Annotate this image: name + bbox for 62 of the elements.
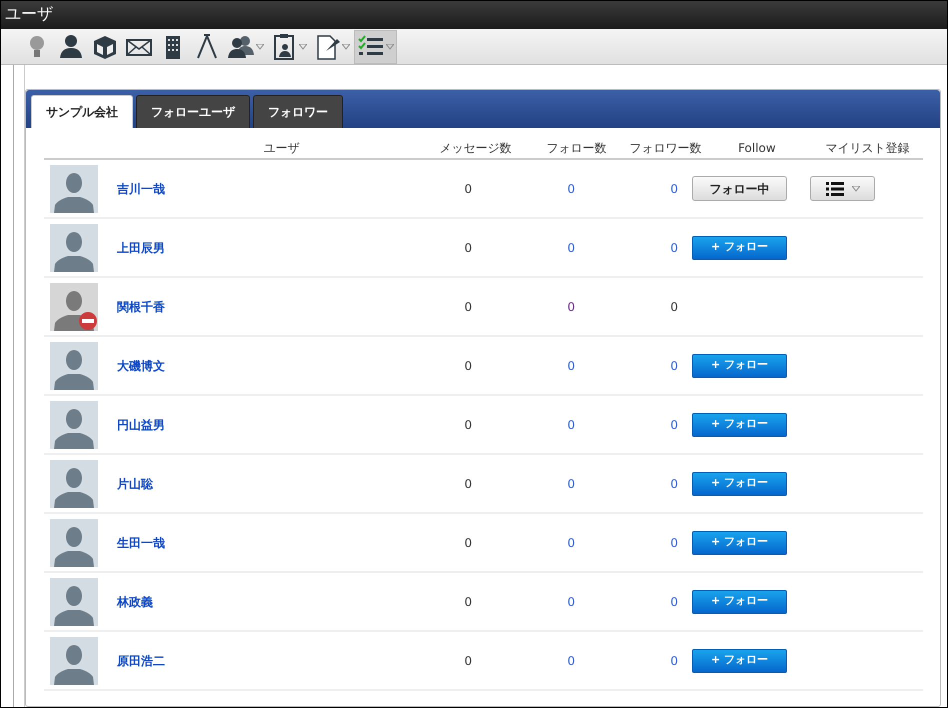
column-header: マイリスト登録: [826, 141, 910, 155]
follow-count-link[interactable]: 0: [567, 594, 575, 608]
user-name-link[interactable]: 生田一哉: [117, 536, 165, 550]
follow-button[interactable]: + フォロー: [692, 590, 787, 614]
user-name-link[interactable]: 円山益男: [117, 418, 165, 432]
user-name-link[interactable]: 林政義: [117, 594, 153, 608]
message-count: 0: [464, 476, 472, 490]
user-name-link[interactable]: 原田浩二: [117, 654, 165, 668]
follower-count: 0: [670, 300, 678, 314]
window-title: ユーザ: [5, 4, 53, 23]
tab[interactable]: サンプル会社: [31, 95, 133, 128]
column-header: フォロワー数: [630, 141, 702, 155]
tab[interactable]: フォロワー: [253, 95, 343, 128]
message-count: 0: [464, 536, 472, 550]
caret-icon: [299, 44, 307, 50]
message-count: 0: [464, 594, 472, 608]
follow-button[interactable]: + フォロー: [692, 412, 787, 436]
mylist-button[interactable]: [810, 176, 875, 201]
user-name-link[interactable]: 大磯博文: [117, 358, 165, 372]
follower-count-link[interactable]: 0: [670, 654, 678, 668]
follower-count-link[interactable]: 0: [670, 594, 678, 608]
follow-count: 0: [567, 300, 575, 314]
follow-count-link[interactable]: 0: [567, 358, 575, 372]
caret-icon: [342, 44, 350, 50]
follower-count-link[interactable]: 0: [670, 476, 678, 490]
follow-count-link[interactable]: 0: [567, 182, 575, 196]
message-count: 0: [464, 654, 472, 668]
caret-icon: [386, 44, 394, 50]
message-count: 0: [464, 240, 472, 254]
column-header: ユーザ: [264, 141, 300, 155]
follower-count-link[interactable]: 0: [670, 418, 678, 432]
follow-count-link[interactable]: 0: [567, 240, 575, 254]
user-name-link[interactable]: 上田辰男: [117, 240, 165, 254]
follow-button[interactable]: + フォロー: [692, 236, 787, 260]
follow-count-link[interactable]: 0: [567, 654, 575, 668]
follow-button[interactable]: + フォロー: [692, 530, 787, 554]
message-count: 0: [464, 418, 472, 432]
message-count: 0: [464, 300, 472, 314]
follower-count-link[interactable]: 0: [670, 182, 678, 196]
message-count: 0: [464, 182, 472, 196]
message-count: 0: [464, 358, 472, 372]
caret-icon: [256, 44, 264, 50]
follower-count-link[interactable]: 0: [670, 240, 678, 254]
follower-count-link[interactable]: 0: [670, 536, 678, 550]
user-name-link[interactable]: 片山聡: [117, 476, 153, 490]
following-button[interactable]: フォロー中: [692, 176, 787, 201]
list-icon: [826, 182, 844, 196]
column-header: フォロー数: [546, 141, 606, 155]
user-name-link[interactable]: 吉川一哉: [117, 182, 165, 196]
person-icon: [57, 32, 85, 60]
column-header: Follow: [738, 141, 776, 155]
follow-count-link[interactable]: 0: [567, 536, 575, 550]
follow-button[interactable]: + フォロー: [692, 648, 787, 672]
follower-count-link[interactable]: 0: [670, 358, 678, 372]
tab[interactable]: フォローユーザ: [136, 95, 250, 128]
follow-count-link[interactable]: 0: [567, 418, 575, 432]
caret-icon: [852, 186, 860, 192]
follow-button[interactable]: + フォロー: [692, 354, 787, 378]
follow-button[interactable]: + フォロー: [692, 472, 787, 496]
toolbar-button[interactable]: [354, 30, 397, 64]
follow-count-link[interactable]: 0: [567, 476, 575, 490]
column-header: メッセージ数: [439, 141, 512, 155]
